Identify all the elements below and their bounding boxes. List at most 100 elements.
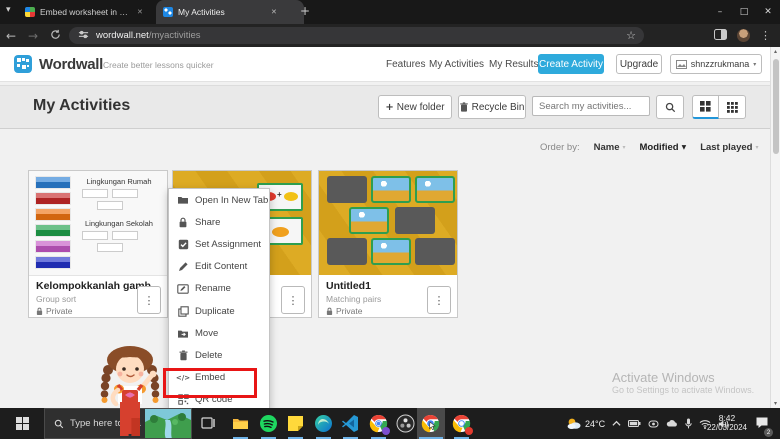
menu-item-open-in-new-tab[interactable]: Open In New Tab (169, 189, 269, 211)
scroll-down-icon[interactable]: ▾ (771, 399, 780, 408)
copy-icon (177, 305, 189, 317)
page-title: My Activities (33, 97, 131, 114)
task-view-button[interactable] (200, 415, 216, 436)
menu-item-label: Rename (195, 283, 231, 295)
caret-down-icon: ▼ (681, 144, 687, 151)
card-menu-kebab[interactable]: ⋮ (427, 286, 451, 314)
plus-icon: + (385, 101, 394, 113)
menu-item-edit-content[interactable]: Edit Content (169, 256, 269, 278)
tab-close-icon[interactable]: ✕ (271, 8, 277, 16)
watermark-line1: Activate Windows (612, 370, 715, 385)
profile-avatar[interactable] (737, 29, 750, 42)
folder-move-icon (177, 327, 189, 339)
url-bar[interactable]: wordwall.net /myactivities ☆ (69, 27, 644, 44)
pencil-icon (177, 261, 189, 273)
user-menu[interactable]: shnzzrukmana ▾ (670, 54, 762, 74)
order-by-modified[interactable]: Modified ▼ (640, 142, 687, 153)
browser-tab-inactive[interactable]: Embed worksheet in your own ✕ (18, 0, 167, 24)
cartoon-girl-sticker (96, 344, 202, 439)
search-input[interactable] (532, 96, 650, 116)
new-tab-icon[interactable]: + (300, 4, 310, 18)
activity-thumbnail (319, 171, 457, 275)
tab-search-chevron-icon[interactable]: ▾ (6, 5, 11, 15)
search-button[interactable] (656, 95, 684, 119)
window-close-icon[interactable]: ✕ (756, 7, 780, 17)
edge-icon[interactable] (314, 414, 333, 433)
window-minimize-icon[interactable]: – (708, 7, 732, 17)
small-grid-icon (726, 101, 738, 113)
recycle-bin-button[interactable]: Recycle Bin (458, 95, 526, 119)
large-grid-icon (700, 101, 711, 112)
menu-item-move[interactable]: Move (169, 322, 269, 344)
chrome-icon[interactable] (369, 414, 390, 435)
tab-title: Embed worksheet in your own (40, 7, 132, 17)
order-by-name[interactable]: Name ▾ (594, 142, 626, 153)
sidebar-toggle-icon[interactable] (714, 27, 727, 45)
folder-open-icon (177, 194, 189, 206)
checkbox-icon (177, 239, 189, 251)
order-last-played-label: Last played (700, 142, 753, 153)
order-name-label: Name (593, 142, 620, 153)
snip-icon[interactable] (648, 419, 659, 429)
page-scrollbar[interactable]: ▴ ▾ (770, 47, 780, 408)
menu-item-share[interactable]: Share (169, 211, 269, 233)
chrome-active-icon[interactable] (421, 414, 440, 433)
tray-expand-icon[interactable] (612, 419, 621, 428)
activity-card-group-sort[interactable]: Lingkungan Rumah Lingkungan Sekolah Kelo… (28, 170, 168, 318)
browser-tab-active[interactable]: My Activities ✕ (156, 0, 304, 24)
caret-down-icon: ▾ (755, 144, 759, 151)
nav-my-activities[interactable]: My Activities (429, 59, 484, 70)
scrollbar-thumb[interactable] (772, 59, 779, 154)
order-by-last-played[interactable]: Last played ▾ (700, 142, 758, 153)
order-modified-label: Modified (639, 142, 679, 153)
notification-center-button[interactable]: 2 (755, 416, 773, 437)
battery-icon[interactable] (628, 419, 641, 428)
nav-features[interactable]: Features (386, 59, 425, 70)
upgrade-button[interactable]: Upgrade (616, 54, 662, 74)
wordwall-logo[interactable]: Wordwall (14, 55, 103, 73)
reload-icon[interactable] (44, 29, 66, 43)
task-view-icon (201, 417, 215, 429)
file-explorer-icon[interactable] (231, 414, 250, 433)
create-activity-button[interactable]: Create Activity (538, 54, 604, 74)
window-controls: – □ ✕ (708, 0, 780, 24)
menu-item-set-assignment[interactable]: Set Assignment (169, 233, 269, 255)
rename-icon (177, 283, 189, 295)
card-menu-kebab[interactable]: ⋮ (137, 286, 161, 314)
nav-my-results[interactable]: My Results (489, 59, 538, 70)
sticky-notes-icon[interactable] (286, 414, 305, 433)
window-maximize-icon[interactable]: □ (732, 7, 756, 17)
weather-widget[interactable]: 24°C (566, 408, 605, 439)
microphone-icon[interactable] (685, 418, 692, 429)
obs-icon[interactable] (396, 414, 415, 433)
page-title-bar: My Activities + New folder Recycle Bin (0, 85, 780, 129)
clock-widget[interactable]: 8:42 22/03/2024 (703, 413, 751, 432)
site-settings-icon[interactable] (78, 29, 89, 43)
menu-item-rename[interactable]: Rename (169, 278, 269, 300)
forward-icon[interactable]: → (22, 29, 44, 43)
activity-type: Matching pairs (326, 294, 382, 304)
scroll-up-icon[interactable]: ▴ (771, 47, 780, 56)
new-folder-button[interactable]: + New folder (378, 95, 452, 119)
vscode-icon[interactable] (341, 414, 360, 433)
tab-close-icon[interactable]: ✕ (137, 8, 143, 16)
view-toggle-small-grid[interactable] (719, 95, 746, 119)
card-menu-kebab[interactable]: ⋮ (281, 286, 305, 314)
windows-logo-icon (15, 417, 29, 430)
activity-card-matching-pairs[interactable]: Untitled1 Matching pairs Private ⋮ (318, 170, 458, 318)
browser-menu-kebab-icon[interactable]: ⋮ (760, 29, 771, 42)
tray-time: 8:42 (718, 413, 736, 423)
visibility-label: Private (336, 306, 363, 316)
spotify-icon[interactable] (259, 414, 278, 433)
start-button[interactable] (0, 408, 44, 439)
cloud-icon[interactable] (666, 419, 678, 428)
menu-item-duplicate[interactable]: Duplicate (169, 300, 269, 322)
notification-badge: 2 (764, 428, 773, 437)
bookmark-star-icon[interactable]: ☆ (626, 29, 636, 42)
back-icon[interactable]: ← (0, 29, 22, 43)
tagline: Create better lessons quicker (103, 60, 214, 70)
chrome-profile2-icon[interactable] (452, 414, 473, 435)
view-toggle-large-grid[interactable] (692, 95, 719, 119)
activity-thumbnail: Lingkungan Rumah Lingkungan Sekolah (29, 171, 167, 276)
screen: ▾ Embed worksheet in your own ✕ My Activ… (0, 0, 780, 439)
